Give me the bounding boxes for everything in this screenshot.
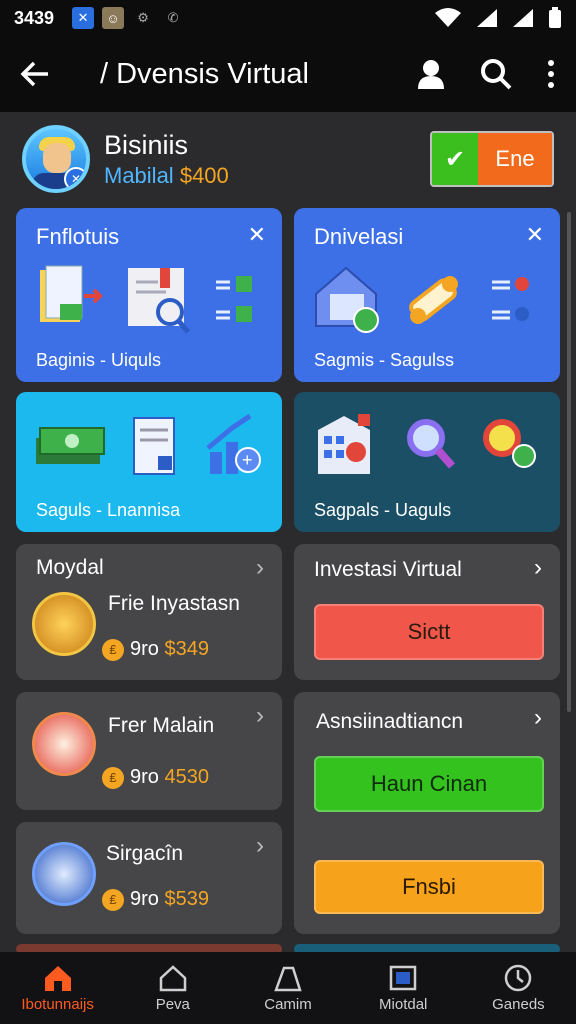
card-dnivelasi[interactable]: Dnivelasi ✕ Sagmis - Sagulss	[294, 208, 560, 382]
list-item-title: Frie Inyastasn	[108, 592, 240, 615]
card-footer: Sagmis - Sagulss	[314, 350, 455, 370]
wifi-icon	[435, 8, 461, 27]
house-outline-icon	[159, 964, 187, 991]
list-item-price: ₤ 9ro $349	[102, 638, 209, 661]
signal-icon-2	[513, 9, 533, 27]
status-toggle[interactable]: ✔ Ene	[430, 131, 554, 187]
panel-title: Investasi Virtual	[314, 558, 462, 581]
status-time: 3439	[14, 7, 55, 28]
frame-icon	[389, 965, 417, 990]
badge-emblem-icon	[32, 712, 96, 776]
globe-emblem-icon	[32, 842, 96, 906]
toggle-label: Ene	[478, 133, 552, 185]
bottom-nav: Ibotunnaijs Peva Camim Miotdal Ganeds	[0, 952, 576, 1024]
card-fnflotuis[interactable]: Fnflotuis ✕ Baginis - Uiquls	[16, 208, 282, 382]
profile-header: ✕ Bisiniis Mabilal $400 ✔ Ene	[0, 112, 576, 206]
money-chart-icon: +	[36, 413, 261, 475]
back-arrow-icon[interactable]	[20, 60, 50, 88]
status-bar: 3439 ✕ ☺ ⚙ ✆	[0, 0, 576, 36]
close-icon[interactable]: ✕	[248, 222, 266, 248]
building-search-icon	[318, 414, 536, 474]
list-item-price: ₤ 9ro 4530	[102, 766, 209, 789]
chevron-right-icon[interactable]: ›	[256, 832, 264, 860]
list-header: Moydal	[36, 556, 104, 579]
chevron-right-icon[interactable]: ›	[256, 702, 264, 730]
avatar-notification-icon: ☺	[102, 7, 125, 29]
select-button[interactable]: Sictt	[314, 604, 544, 660]
chevron-right-icon[interactable]: ›	[256, 554, 264, 582]
nav-item-home[interactable]: Ibotunnaijs	[0, 952, 115, 1024]
card-title: Fnflotuis	[36, 224, 120, 249]
phone-notification-icon: ✆	[167, 10, 179, 25]
list-item-price: ₤ 9ro $539	[102, 888, 209, 911]
app-bar: / Dvensis Virtual	[0, 36, 576, 112]
card-sagpals[interactable]: Sagpals - Uaguls	[294, 392, 560, 532]
coin-icon: ₤	[102, 638, 124, 661]
card-footer: Sagpals - Uaguls	[314, 500, 452, 520]
list-card-1[interactable]: Moydal › Frie Inyastasn ₤ 9ro $349	[16, 544, 282, 680]
settings-notification-icon: ⚙	[137, 10, 149, 25]
fnsbi-button[interactable]: Fnsbi	[314, 860, 544, 914]
nav-item-camim[interactable]: Camim	[230, 952, 345, 1024]
investasi-panel: Investasi Virtual › Sictt	[294, 544, 560, 680]
check-icon: ✔	[432, 133, 478, 185]
panel-title: Asnsiinadtiancn	[316, 710, 464, 733]
chevron-right-icon[interactable]: ›	[534, 554, 542, 582]
app-notification-icon: ✕	[72, 7, 95, 29]
clock-icon	[505, 964, 532, 991]
tent-icon	[274, 966, 302, 991]
battery-icon	[549, 7, 561, 28]
medal-icon	[32, 592, 96, 656]
scrollbar[interactable]	[567, 212, 571, 712]
verified-badge-icon: ✕	[64, 167, 86, 189]
nav-label: Camim	[264, 995, 312, 1013]
nav-item-ganeds[interactable]: Ganeds	[461, 952, 576, 1024]
documents-icon	[40, 265, 252, 334]
nav-item-peva[interactable]: Peva	[115, 952, 230, 1024]
profile-name: Bisiniis	[104, 129, 189, 160]
nav-item-miotdal[interactable]: Miotdal	[346, 952, 461, 1024]
card-footer: Saguls - Lnannisa	[36, 500, 181, 520]
page-title: / Dvensis Virtual	[100, 57, 309, 90]
card-title: Dnivelasi	[314, 224, 404, 249]
card-saguls[interactable]: + Saguls - Lnannisa	[16, 392, 282, 532]
coin-icon: ₤	[102, 766, 124, 789]
nav-label: Peva	[155, 995, 190, 1013]
house-tools-icon	[315, 266, 529, 333]
list-card-2[interactable]: › Frer Malain ₤ 9ro 4530	[16, 692, 282, 810]
signal-icon	[477, 9, 497, 27]
coin-icon: ₤	[102, 888, 124, 911]
list-item-title: Frer Malain	[108, 714, 215, 737]
more-menu-icon[interactable]	[546, 59, 556, 89]
list-item-title: Sirgacîn	[106, 842, 184, 865]
search-icon[interactable]	[480, 58, 512, 90]
chevron-right-icon[interactable]: ›	[534, 704, 542, 732]
nav-label: Ibotunnaijs	[21, 995, 94, 1013]
asnsiinad-panel: Asnsiinadtiancn › Haun Cinan Fnsbi	[294, 692, 560, 934]
svg-text:+: +	[242, 450, 253, 470]
home-icon	[44, 965, 71, 991]
avatar[interactable]: ✕	[22, 125, 90, 193]
card-footer: Baginis - Uiquls	[36, 350, 162, 370]
close-icon[interactable]: ✕	[526, 222, 544, 248]
haun-cinan-button[interactable]: Haun Cinan	[314, 756, 544, 812]
account-icon[interactable]	[416, 58, 446, 90]
nav-label: Ganeds	[492, 995, 545, 1013]
nav-label: Miotdal	[379, 995, 428, 1013]
profile-balance: Mabilal $400	[104, 162, 229, 188]
list-card-3[interactable]: › Sirgacîn ₤ 9ro $539	[16, 822, 282, 934]
